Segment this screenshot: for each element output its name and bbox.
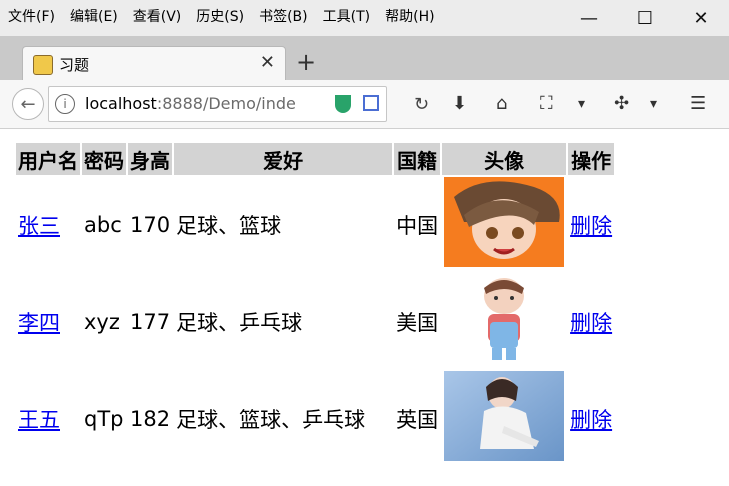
- avatar-cell: [442, 274, 566, 369]
- hamburger-menu-icon[interactable]: ☰: [690, 93, 706, 114]
- header-username: 用户名: [16, 143, 80, 175]
- minimize-button[interactable]: —: [561, 0, 617, 36]
- avatar-image: [444, 177, 565, 267]
- menu-items: 文件(F) 编辑(E) 查看(V) 历史(S) 书签(B) 工具(T) 帮助(H…: [8, 6, 435, 26]
- hobby-cell: 足球、乒乓球: [176, 310, 303, 335]
- menu-tools[interactable]: 工具(T): [323, 6, 370, 26]
- chevron-down-icon[interactable]: ▾: [650, 96, 657, 112]
- header-action: 操作: [568, 143, 615, 175]
- plugin-icon[interactable]: ✣: [614, 93, 629, 114]
- back-button[interactable]: ←: [12, 88, 44, 120]
- window-controls: — ☐ ✕: [561, 0, 729, 36]
- avatar-image: [444, 274, 565, 364]
- table-row: 张三 abc 170 足球、篮球 中国 删除: [16, 177, 614, 272]
- delete-link[interactable]: 删除: [570, 408, 612, 432]
- home-icon[interactable]: ⌂: [496, 93, 507, 114]
- password-cell: abc: [84, 212, 122, 237]
- table-row: 王五 qTp 182 足球、篮球、乒乓球 英国 删除: [16, 371, 614, 466]
- hobby-cell: 足球、篮球: [176, 213, 282, 238]
- url-path: :8888/Demo/inde: [156, 94, 296, 113]
- height-cell: 177: [130, 309, 171, 334]
- crop-icon[interactable]: ⛶: [540, 93, 553, 114]
- menu-help[interactable]: 帮助(H): [385, 6, 434, 26]
- password-cell: xyz: [84, 309, 120, 334]
- header-country: 国籍: [394, 143, 441, 175]
- qr-code-icon[interactable]: [363, 95, 379, 111]
- shield-icon[interactable]: [335, 95, 351, 113]
- tab-active[interactable]: 习题 ✕: [22, 46, 286, 81]
- url-host: localhost: [85, 94, 157, 113]
- users-table: 用户名 密码 身高 爱好 国籍 头像 操作 张三 abc 170 足球、篮球 中…: [14, 141, 616, 468]
- user-name-link[interactable]: 李四: [18, 311, 60, 335]
- table-header-row: 用户名 密码 身高 爱好 国籍 头像 操作: [16, 143, 615, 175]
- site-info-icon[interactable]: i: [55, 94, 75, 114]
- url-text[interactable]: localhost:8888/Demo/inde: [85, 94, 305, 113]
- avatar-cell: [442, 177, 566, 272]
- menu-bar: 文件(F) 编辑(E) 查看(V) 历史(S) 书签(B) 工具(T) 帮助(H…: [0, 0, 729, 36]
- delete-link[interactable]: 删除: [570, 311, 612, 335]
- header-hobby: 爱好: [174, 143, 393, 175]
- password-cell: qTp: [84, 406, 124, 431]
- delete-link[interactable]: 删除: [570, 214, 612, 238]
- tab-title: 习题: [59, 56, 90, 74]
- user-name-link[interactable]: 张三: [18, 214, 60, 238]
- table-row: 李四 xyz 177 足球、乒乓球 美国 删除: [16, 274, 614, 369]
- menu-file[interactable]: 文件(F): [8, 6, 55, 26]
- avatar-image: [444, 371, 565, 461]
- header-height: 身高: [128, 143, 173, 175]
- page-content: 用户名 密码 身高 爱好 国籍 头像 操作 张三 abc 170 足球、篮球 中…: [0, 129, 729, 486]
- new-tab-button[interactable]: +: [296, 48, 316, 76]
- height-cell: 170: [130, 212, 171, 237]
- navigation-toolbar: ← i localhost:8888/Demo/inde ↻ ⬇ ⌂ ⛶ ▾ ✣…: [0, 80, 729, 129]
- url-bar[interactable]: i localhost:8888/Demo/inde: [48, 86, 387, 122]
- hobby-cell: 足球、篮球、乒乓球: [176, 407, 366, 432]
- user-name-link[interactable]: 王五: [18, 408, 60, 432]
- menu-edit[interactable]: 编辑(E): [70, 6, 118, 26]
- menu-view[interactable]: 查看(V): [133, 6, 182, 26]
- avatar-cell: [442, 371, 566, 466]
- header-avatar: 头像: [442, 143, 567, 175]
- close-window-button[interactable]: ✕: [673, 0, 729, 36]
- menu-history[interactable]: 历史(S): [196, 6, 244, 26]
- country-cell: 英国: [396, 407, 439, 432]
- header-password: 密码: [82, 143, 126, 175]
- menu-bookmarks[interactable]: 书签(B): [259, 6, 308, 26]
- maximize-button[interactable]: ☐: [617, 0, 673, 36]
- country-cell: 中国: [396, 213, 439, 238]
- height-cell: 182: [130, 406, 171, 431]
- tab-close-icon[interactable]: ✕: [260, 52, 275, 73]
- reload-icon[interactable]: ↻: [414, 94, 429, 115]
- download-icon[interactable]: ⬇: [452, 93, 467, 114]
- favicon-icon: [33, 55, 53, 75]
- country-cell: 美国: [396, 310, 439, 335]
- chevron-down-icon[interactable]: ▾: [578, 96, 585, 112]
